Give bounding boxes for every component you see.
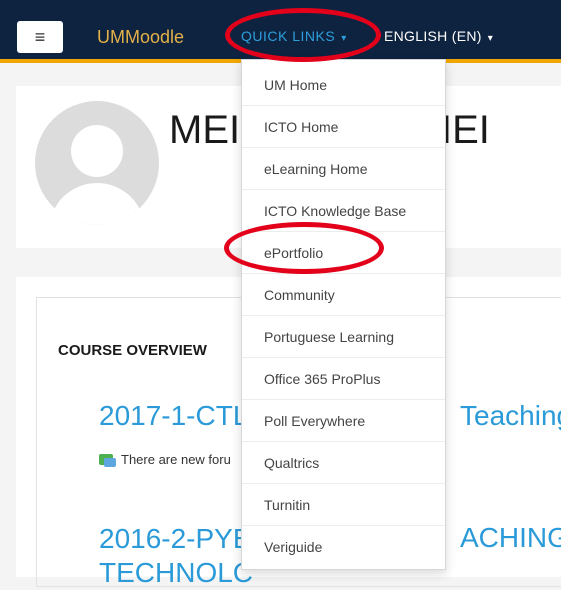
course-overview-title: COURSE OVERVIEW: [58, 342, 207, 359]
course-link-2-line2: TECHNOLC: [99, 557, 254, 588]
quick-links-label: QUICK LINKS: [241, 28, 336, 44]
course-link-2[interactable]: 2016-2-PYE TECHNOLC: [99, 522, 253, 590]
dropdown-item-portuguese-learning[interactable]: Portuguese Learning: [242, 316, 445, 358]
language-menu[interactable]: ENGLISH (EN) ▾: [384, 28, 493, 44]
avatar-body-shape: [49, 183, 145, 225]
user-name-end: IEI: [441, 108, 490, 152]
hamburger-icon: ≡: [34, 27, 46, 47]
caret-down-icon: ▾: [341, 33, 347, 44]
language-label: ENGLISH (EN): [384, 28, 482, 44]
forum-post-icon: [99, 454, 116, 467]
dropdown-item-icto-knowledge-base[interactable]: ICTO Knowledge Base: [242, 190, 445, 232]
course-link-2-line1: 2016-2-PYE: [99, 523, 252, 554]
dropdown-item-turnitin[interactable]: Turnitin: [242, 484, 445, 526]
dropdown-item-office-365[interactable]: Office 365 ProPlus: [242, 358, 445, 400]
quick-links-dropdown: UM Home ICTO Home eLearning Home ICTO Kn…: [241, 59, 446, 570]
forum-notice[interactable]: There are new foru: [99, 452, 231, 467]
site-brand-link[interactable]: UMMoodle: [97, 27, 184, 48]
dropdown-item-icto-home[interactable]: ICTO Home: [242, 106, 445, 148]
course-link-2-end[interactable]: ACHING: [460, 522, 561, 554]
dropdown-item-elearning-home[interactable]: eLearning Home: [242, 148, 445, 190]
dropdown-item-poll-everywhere[interactable]: Poll Everywhere: [242, 400, 445, 442]
dropdown-item-eportfolio[interactable]: ePortfolio: [242, 232, 445, 274]
quick-links-menu[interactable]: QUICK LINKS ▾: [241, 28, 347, 44]
dropdown-item-qualtrics[interactable]: Qualtrics: [242, 442, 445, 484]
avatar-head-shape: [71, 125, 123, 177]
navbar: ≡ UMMoodle QUICK LINKS ▾ ENGLISH (EN) ▾: [0, 0, 561, 63]
user-name-start: MEI: [169, 108, 241, 152]
dropdown-item-community[interactable]: Community: [242, 274, 445, 316]
dropdown-item-um-home[interactable]: UM Home: [242, 64, 445, 106]
dropdown-item-veriguide[interactable]: Veriguide: [242, 526, 445, 568]
user-avatar: [35, 101, 159, 225]
caret-down-icon: ▾: [487, 33, 494, 44]
course-link-1[interactable]: 2017-1-CTL: [99, 400, 248, 432]
forum-notice-text: There are new foru: [121, 452, 231, 467]
menu-toggle-button[interactable]: ≡: [17, 21, 63, 53]
course-link-1-end[interactable]: Teaching: [460, 400, 561, 432]
